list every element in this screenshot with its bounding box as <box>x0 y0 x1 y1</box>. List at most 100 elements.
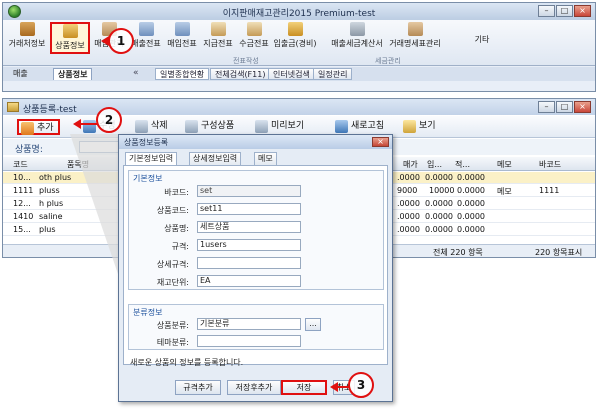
view-icon <box>403 120 416 133</box>
purchase-slip-icon <box>174 22 190 36</box>
section-title: 기본정보 <box>133 174 163 183</box>
shown-count: 220 항목표시 <box>535 248 583 257</box>
tab-basic-info[interactable]: 기본정보입력 <box>125 152 178 166</box>
tab-daily-summary[interactable]: 일별종합현황 <box>155 68 210 80</box>
delete-button[interactable]: 삭제 <box>133 119 172 135</box>
column-header[interactable]: 메모 <box>497 159 512 170</box>
cell-memo: 메모 <box>497 187 512 196</box>
cash-icon <box>287 22 303 36</box>
column-header[interactable]: 바코드 <box>539 159 561 170</box>
callout-arrow <box>101 36 109 46</box>
dialog-body: 기본정보 바코드: set 상품코드: set11 상품명: 세트상품 규격: … <box>123 165 388 367</box>
cell-in: 10000 <box>429 186 455 195</box>
list-title: 상품등록-test <box>23 105 77 115</box>
detail-spec-field[interactable] <box>197 257 301 269</box>
callout-step-2: 2 <box>96 107 122 133</box>
product-name-field[interactable]: 세트상품 <box>197 221 301 233</box>
collapse-icon[interactable]: « <box>133 68 139 78</box>
theme-row: 테마분류: <box>129 335 379 349</box>
ribbon-purchase-slip-button[interactable]: 매입전표 <box>165 22 199 54</box>
main-window: 이지판매재고관리2015 Premium-test – □ × 거래처정보 상품… <box>2 2 596 92</box>
name-row: 상품명: 세트상품 <box>129 221 379 235</box>
ribbon-label: 매출세금계산서 <box>331 39 383 48</box>
ribbon-label: 상품정보 <box>55 41 85 50</box>
spec-field[interactable]: 1users <box>197 239 301 251</box>
dialog-close-button[interactable]: × <box>372 137 389 147</box>
people-icon <box>19 22 35 36</box>
ribbon-customer-button[interactable]: 거래처정보 <box>7 22 47 54</box>
tab-detail-info[interactable]: 상세정보입력 <box>189 152 242 165</box>
stock-unit-field[interactable]: EA <box>197 275 301 287</box>
search-label: 상품명: <box>15 145 43 155</box>
cell-code: 15... <box>13 225 31 234</box>
edit-icon <box>83 120 96 133</box>
ribbon-toolbar: 거래처정보 상품정보 매입관리 매출전표 매입전표 지급전표 수금전표 입출금 <box>3 20 595 66</box>
bundle-product-button[interactable]: 구성상품 <box>183 119 238 135</box>
category-browse-button[interactable]: ... <box>305 318 321 331</box>
unit-row: 재고단위: EA <box>129 275 379 289</box>
column-header[interactable]: 매가 <box>403 159 418 170</box>
ribbon-sales-slip-button[interactable]: 매출전표 <box>129 22 163 54</box>
list-minimize-button[interactable]: – <box>538 101 555 113</box>
ribbon-label: 거래처정보 <box>8 39 46 48</box>
spec-add-button[interactable]: 규격추가 <box>175 380 221 395</box>
list-close-button[interactable]: × <box>574 101 591 113</box>
window-controls: – □ × <box>538 5 591 17</box>
column-header[interactable]: 코드 <box>13 159 28 170</box>
ribbon-product-button[interactable]: 상품정보 <box>50 22 90 54</box>
cell-code: 1410 <box>13 212 34 221</box>
tab-memo[interactable]: 메모 <box>254 152 277 165</box>
sales-slip-icon <box>138 22 154 36</box>
theme-category-field[interactable] <box>197 335 301 347</box>
ribbon-tax-invoice-button[interactable]: 매출세금계산서 <box>329 22 385 54</box>
tab-product-info[interactable]: 상품정보 <box>53 68 93 80</box>
maximize-button[interactable]: □ <box>556 5 573 17</box>
view-button[interactable]: 보기 <box>401 119 440 135</box>
refresh-label: 새로고침 <box>351 121 385 131</box>
column-header[interactable]: 적... <box>455 159 470 170</box>
field-label: 규격: <box>171 242 189 251</box>
tab-sales[interactable]: 매출 <box>9 68 32 80</box>
save-button[interactable]: 저장 <box>281 380 327 395</box>
folder-icon <box>7 102 19 112</box>
field-label: 재고단위: <box>156 278 189 287</box>
ribbon-cash-button[interactable]: 입출금(경비) <box>273 22 317 54</box>
product-code-field[interactable]: set11 <box>197 203 301 215</box>
ribbon-label: 매입전표 <box>167 39 197 48</box>
cell-code: 10... <box>13 173 31 182</box>
category-row: 상품분류: 기본분류 ... <box>129 318 379 332</box>
list-maximize-button[interactable]: □ <box>556 101 573 113</box>
cell-stock: 0.0000 <box>457 199 485 208</box>
product-category-field[interactable]: 기본분류 <box>197 318 301 330</box>
tab-schedule[interactable]: 일정관리 <box>313 68 353 80</box>
ribbon-more-button[interactable]: 기타 <box>471 34 493 66</box>
refresh-button[interactable]: 새로고침 <box>333 119 388 135</box>
ribbon-label: 기타 <box>474 35 490 44</box>
cell-name: pluss <box>39 186 60 195</box>
ribbon-payment-slip-button[interactable]: 지급전표 <box>201 22 235 54</box>
preview-button[interactable]: 미리보기 <box>253 119 308 135</box>
ribbon-label: 거래명세표관리 <box>389 39 441 48</box>
tab-search-all[interactable]: 전체검색(F11) <box>210 68 271 80</box>
delete-label: 삭제 <box>151 121 168 131</box>
list-window-controls: – □ × <box>538 101 591 113</box>
barcode-field[interactable]: set <box>197 185 301 197</box>
callout-arrow-line <box>337 386 349 388</box>
barcode-row: 바코드: set <box>129 185 379 199</box>
save-and-add-button[interactable]: 저장후추가 <box>227 380 281 395</box>
tab-web-search[interactable]: 인터넷검색 <box>268 68 315 80</box>
add-button[interactable]: 추가 <box>17 119 60 135</box>
close-button[interactable]: × <box>574 5 591 17</box>
cell-price: 9000 <box>397 186 418 195</box>
ribbon-statement-button[interactable]: 거래명세표관리 <box>387 22 443 54</box>
minimize-button[interactable]: – <box>538 5 555 17</box>
field-label: 테마분류: <box>156 338 189 347</box>
cell-stock: 0.0000 <box>457 173 485 182</box>
delete-icon <box>135 120 148 133</box>
column-header[interactable]: 입... <box>427 159 442 170</box>
preview-label: 미리보기 <box>271 121 305 131</box>
ribbon-collection-slip-button[interactable]: 수금전표 <box>237 22 271 54</box>
tax-invoice-icon <box>349 22 365 36</box>
list-title-bar: 상품등록-test – □ × <box>3 99 595 115</box>
cell-in: 0.0000 <box>425 199 453 208</box>
